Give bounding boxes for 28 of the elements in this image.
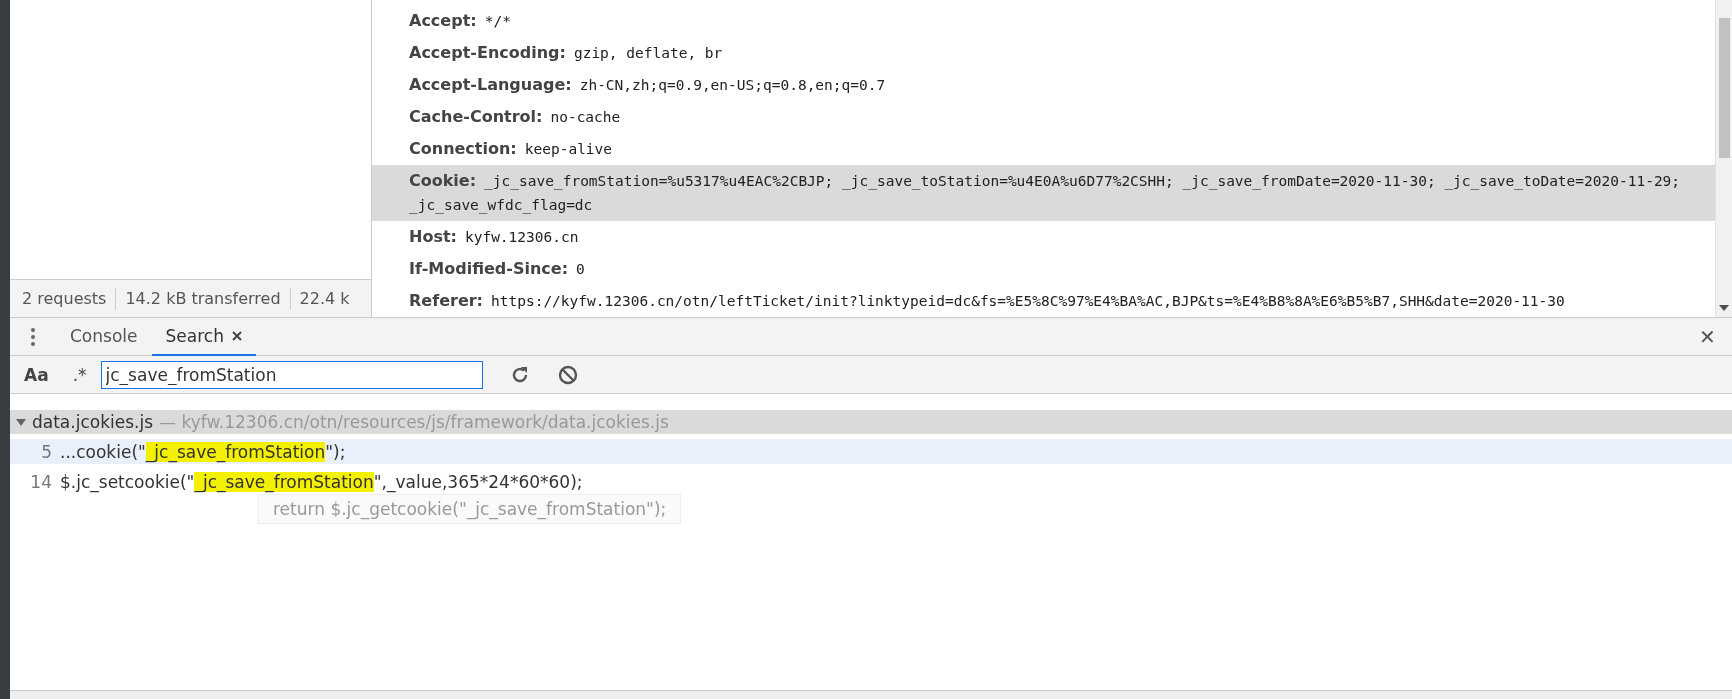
summary-text: 22.4 k [298, 289, 351, 308]
close-icon[interactable] [231, 331, 242, 341]
header-row[interactable]: Connection: keep-alive [372, 133, 1715, 165]
line-number: 14 [29, 471, 52, 492]
regex-button[interactable]: .* [62, 364, 97, 385]
header-row[interactable]: Accept-Encoding: gzip, deflate, br [372, 37, 1715, 69]
header-row[interactable]: If-Modified-Since: 0 [372, 253, 1715, 285]
result-file-row[interactable]: data.jcokies.js — kyfw.12306.cn/otn/resources/js/framework/data.jcokies.js [10, 410, 1732, 434]
close-drawer-button[interactable]: ✕ [1683, 318, 1732, 355]
drawer-tab[interactable]: Console [56, 318, 152, 356]
scroll-down-arrow-icon[interactable] [1719, 305, 1729, 311]
header-row[interactable]: Host: kyfw.12306.cn [372, 221, 1715, 253]
header-row[interactable]: Cache-Control: no-cache [372, 101, 1715, 133]
clear-icon[interactable] [556, 363, 579, 386]
search-field[interactable]: jc_save_fromStation [100, 360, 483, 389]
header-row[interactable]: Accept-Language: zh-CN,zh;q=0.9,en-US;q=0.8,en;q=0.7 [372, 69, 1715, 101]
line-number: 5 [40, 441, 52, 462]
file-path: — kyfw.12306.cn/otn/resources/js/framework/data.jcokies.js [159, 412, 669, 432]
tooltip: return $.jc_getcookie("_jc_save_fromStation"); [258, 494, 682, 524]
expand-triangle-icon[interactable] [16, 417, 26, 427]
header-row[interactable]: Referer: https://kyfw.12306.cn/otn/leftTicket/init?linktypeid=dc&fs=%E5%8C%97%E4%BA%AC,BJP&ts=%E4%B8%8A%E6%B5%B7,SHH&date=2020-11-30 [372, 285, 1715, 317]
summary-text: 2 requests [22, 289, 108, 308]
match-case-button[interactable]: Aa [14, 364, 59, 385]
summary-text: 14.2 kB transferred [124, 289, 282, 308]
more-menu-icon[interactable] [30, 326, 36, 347]
header-row[interactable]: Accept: */* [372, 5, 1715, 37]
scrollbar[interactable] [1715, 0, 1732, 317]
file-name: data.jcokies.js [32, 412, 154, 432]
